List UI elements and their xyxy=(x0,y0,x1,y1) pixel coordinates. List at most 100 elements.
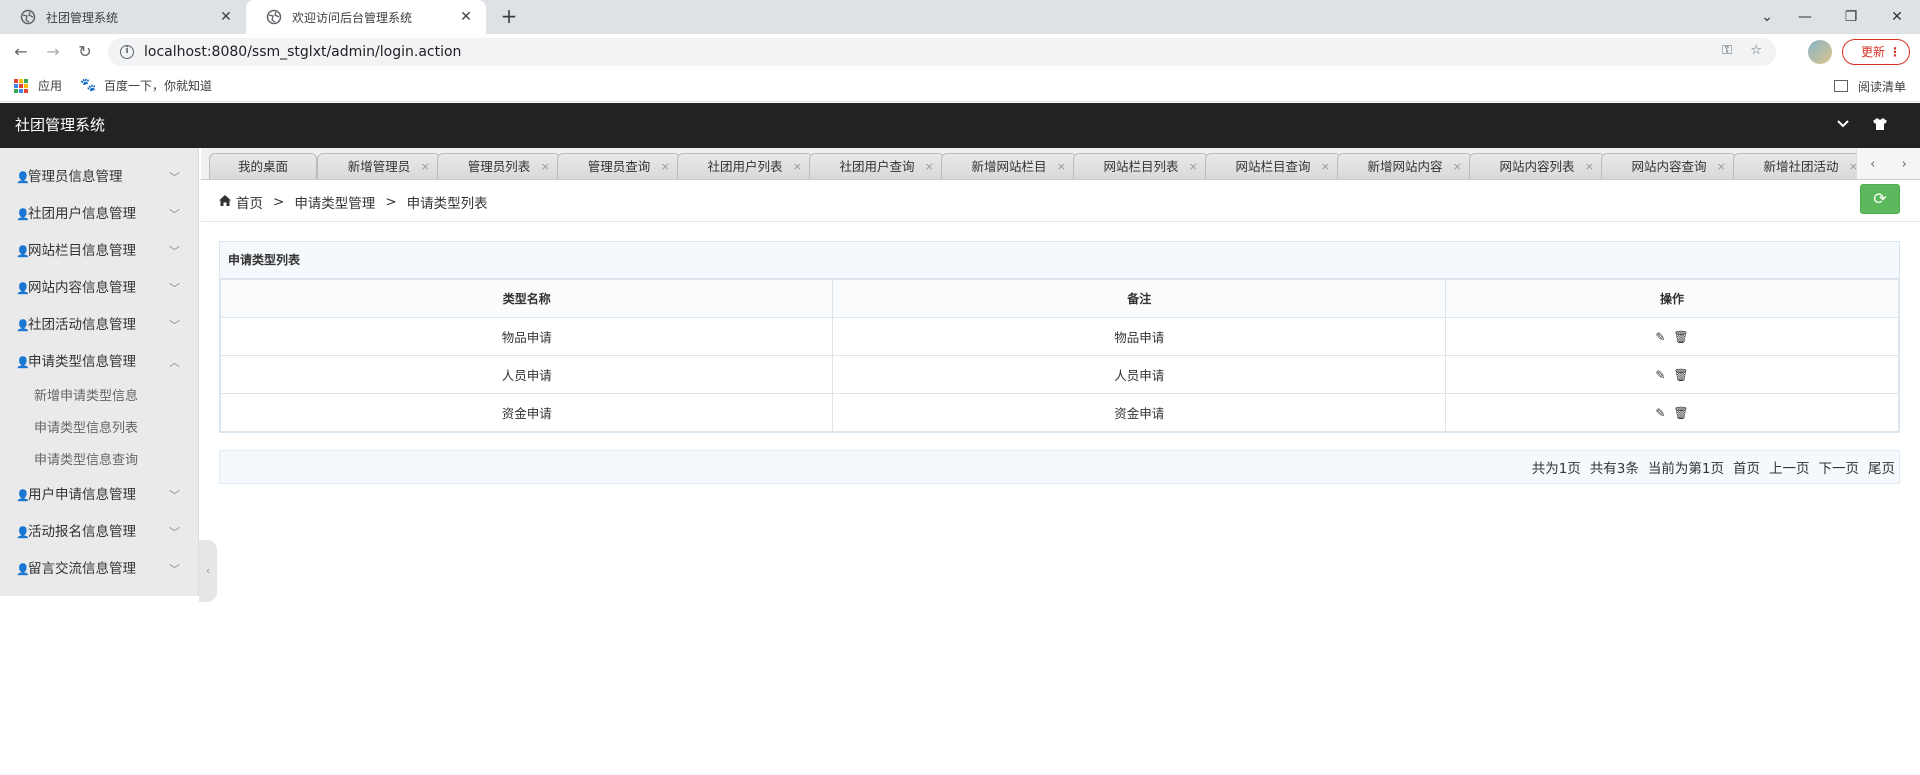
tab-add-club-activity[interactable]: 新增社团活动 × xyxy=(1733,153,1869,179)
pager-first-link[interactable]: 首页 xyxy=(1733,457,1760,477)
close-tab-icon[interactable]: ✕ xyxy=(458,9,474,25)
sidebar-item-club-users[interactable]: 👤社团用户信息管理 ﹀ xyxy=(0,196,198,233)
user-icon: 👤 xyxy=(16,489,30,502)
info-icon[interactable]: i xyxy=(120,45,134,59)
table-row: 资金申请 资金申请 ✎ 🗑 xyxy=(219,393,1900,432)
close-icon[interactable]: × xyxy=(1189,154,1198,179)
sidebar-item-apply-types[interactable]: 👤申请类型信息管理 ︿ xyxy=(0,344,198,381)
close-icon[interactable]: × xyxy=(1717,154,1726,179)
chevron-down-icon: ﹀ xyxy=(169,526,180,539)
tab-site-column-query[interactable]: 网站栏目查询 × xyxy=(1205,153,1341,179)
close-icon[interactable]: × xyxy=(793,154,802,179)
close-icon[interactable]: × xyxy=(1453,154,1462,179)
reload-icon[interactable]: ↻ xyxy=(74,42,96,64)
profile-avatar[interactable] xyxy=(1808,40,1832,64)
breadcrumb-separator: > xyxy=(385,194,397,210)
bookmark-label: 应用 xyxy=(38,79,63,93)
forward-arrow-icon[interactable]: → xyxy=(42,42,64,64)
new-tab-button[interactable]: + xyxy=(498,6,520,28)
close-icon[interactable]: × xyxy=(661,154,670,179)
sidebar-item-club-activities[interactable]: 👤社团活动信息管理 ﹀ xyxy=(0,307,198,344)
sidebar-item-messages[interactable]: 👤留言交流信息管理 ﹀ xyxy=(0,551,198,588)
bookmark-apps[interactable]: 应用 xyxy=(14,77,62,94)
close-window-button[interactable]: ✕ xyxy=(1874,9,1920,25)
tab-label: 管理员列表 xyxy=(467,159,531,174)
tab-add-site-column[interactable]: 新增网站栏目 × xyxy=(941,153,1077,179)
user-icon: 👤 xyxy=(16,282,30,295)
breadcrumb-home[interactable]: 首页 xyxy=(236,192,263,212)
browser-tab-1[interactable]: 社团管理系统 ✕ xyxy=(0,0,246,34)
edit-pencil-icon[interactable]: ✎ xyxy=(1655,368,1665,382)
cell-type-name: 资金申请 xyxy=(219,393,834,432)
app-header: 社团管理系统 xyxy=(0,103,1920,148)
bookmark-baidu[interactable]: 🐾 百度一下，你就知道 xyxy=(80,77,212,94)
tab-site-content-list[interactable]: 网站内容列表 × xyxy=(1469,153,1605,179)
tab-admin-query[interactable]: 管理员查询 × xyxy=(557,153,681,179)
trash-icon[interactable]: 🗑 xyxy=(1673,406,1688,420)
back-arrow-icon[interactable]: ← xyxy=(10,42,32,64)
tab-site-column-list[interactable]: 网站栏目列表 × xyxy=(1073,153,1209,179)
edit-pencil-icon[interactable]: ✎ xyxy=(1655,330,1665,344)
browser-tab-2-active[interactable]: 欢迎访问后台管理系统 ✕ xyxy=(246,0,486,34)
user-icon: 👤 xyxy=(16,526,30,539)
trash-icon[interactable]: 🗑 xyxy=(1673,330,1688,344)
tab-my-desktop[interactable]: 我的桌面 xyxy=(209,153,317,179)
reading-list-button[interactable]: 阅读清单 xyxy=(1833,70,1906,102)
sidebar-subitem-apply-type-list[interactable]: 申请类型信息列表 xyxy=(0,413,198,445)
update-button[interactable]: 更新 ⋮ xyxy=(1842,39,1910,65)
tab-search-icon[interactable]: ⌄ xyxy=(1752,9,1782,25)
chevron-down-icon: ﹀ xyxy=(169,171,180,184)
tab-label: 社团用户列表 xyxy=(707,159,783,174)
url-text: localhost:8080/ssm_stglxt/admin/login.ac… xyxy=(144,44,462,60)
pager-total-records: 共有3条 xyxy=(1589,461,1639,477)
pager-prev-link[interactable]: 上一页 xyxy=(1769,457,1810,477)
sidebar-item-site-columns[interactable]: 👤网站栏目信息管理 ﹀ xyxy=(0,233,198,270)
tab-add-admin[interactable]: 新增管理员 × xyxy=(317,153,441,179)
breadcrumb-level1[interactable]: 申请类型管理 xyxy=(294,192,375,212)
sidebar-item-admin[interactable]: 👤管理员信息管理 ﹀ xyxy=(0,159,198,196)
address-bar[interactable]: i localhost:8080/ssm_stglxt/admin/login.… xyxy=(108,38,1776,66)
sidebar-collapse-handle[interactable]: ‹ xyxy=(199,540,217,602)
star-icon[interactable]: ☆ xyxy=(1750,43,1762,58)
chevron-down-icon[interactable] xyxy=(1836,117,1850,133)
sidebar-subitem-apply-type-query[interactable]: 申请类型信息查询 xyxy=(0,445,198,477)
sidebar-item-site-content[interactable]: 👤网站内容信息管理 ﹀ xyxy=(0,270,198,307)
sidebar-item-user-applications[interactable]: 👤用户申请信息管理 ﹀ xyxy=(0,477,198,514)
sidebar-subitem-add-apply-type[interactable]: 新增申请类型信息 xyxy=(0,381,198,413)
tab-club-user-list[interactable]: 社团用户列表 × xyxy=(677,153,813,179)
trash-icon[interactable]: 🗑 xyxy=(1673,368,1688,382)
tab-site-content-query[interactable]: 网站内容查询 × xyxy=(1601,153,1737,179)
tab-label: 新增网站栏目 xyxy=(971,159,1047,174)
reading-list-label: 阅读清单 xyxy=(1857,79,1906,94)
column-header-actions: 操作 xyxy=(1444,279,1900,318)
cell-actions: ✎ 🗑 xyxy=(1444,317,1900,356)
sidebar-item-activity-signups[interactable]: 👤活动报名信息管理 ﹀ xyxy=(0,514,198,551)
close-tab-icon[interactable]: ✕ xyxy=(218,9,234,25)
close-icon[interactable]: × xyxy=(1057,154,1066,179)
table-row: 物品申请 物品申请 ✎ 🗑 xyxy=(219,317,1900,356)
home-icon xyxy=(219,195,231,209)
pager-last-link[interactable]: 尾页 xyxy=(1868,457,1895,477)
update-label: 更新 xyxy=(1861,45,1886,59)
tab-add-site-content[interactable]: 新增网站内容 × xyxy=(1337,153,1473,179)
tab-admin-list[interactable]: 管理员列表 × xyxy=(437,153,561,179)
close-icon[interactable]: × xyxy=(1585,154,1594,179)
shirt-icon[interactable] xyxy=(1872,117,1888,135)
restore-button[interactable]: ❐ xyxy=(1828,9,1874,25)
tab-club-user-query[interactable]: 社团用户查询 × xyxy=(809,153,945,179)
chevron-left-icon[interactable]: ‹ xyxy=(1870,157,1875,172)
edit-pencil-icon[interactable]: ✎ xyxy=(1655,406,1665,420)
minimize-button[interactable]: — xyxy=(1782,9,1828,25)
apply-type-panel: 申请类型列表 类型名称 备注 操作 物品申请 物品申请 ✎ 🗑 人员申请 人员申请… xyxy=(219,241,1900,433)
chevron-right-icon[interactable]: › xyxy=(1902,157,1907,172)
pagination-bar: 共为1页 共有3条 当前为第1页 首页 上一页 下一页 尾页 xyxy=(219,450,1900,484)
tab-label: 网站内容查询 xyxy=(1631,159,1707,174)
refresh-button[interactable]: ⟳ xyxy=(1860,184,1900,214)
chevron-down-icon: ﹀ xyxy=(169,208,180,221)
close-icon[interactable]: × xyxy=(421,154,430,179)
close-icon[interactable]: × xyxy=(1321,154,1330,179)
close-icon[interactable]: × xyxy=(541,154,550,179)
key-icon[interactable]: ⚿ xyxy=(1722,43,1732,58)
pager-next-link[interactable]: 下一页 xyxy=(1819,457,1860,477)
close-icon[interactable]: × xyxy=(925,154,934,179)
